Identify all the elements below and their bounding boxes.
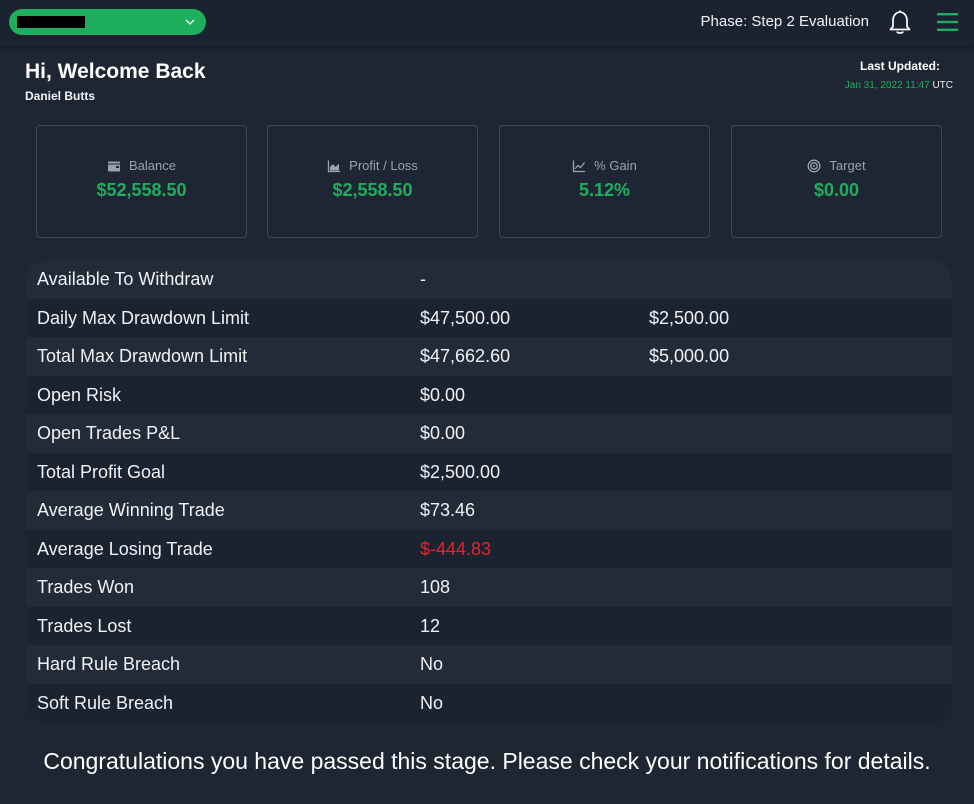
- gain-value: 5.12%: [578, 180, 631, 200]
- last-updated-date: Jan 31, 2022 11:47: [844, 80, 930, 91]
- row-value: No: [420, 692, 444, 713]
- bell-icon[interactable]: [887, 8, 913, 36]
- top-bar: Phase: Step 2 Evaluation: [0, 0, 974, 46]
- last-updated-timezone: UTC: [932, 80, 953, 91]
- user-name: Daniel Butts: [25, 89, 96, 103]
- row-label: Trades Lost: [37, 615, 132, 636]
- row-label: Soft Rule Breach: [37, 692, 174, 713]
- row-label: Average Losing Trade: [37, 538, 213, 559]
- hamburger-menu-icon[interactable]: [936, 11, 960, 33]
- table-row: Open Risk $0.00: [26, 376, 952, 415]
- table-row: Average Losing Trade $-444.83: [26, 530, 952, 569]
- row-label: Hard Rule Breach: [37, 654, 181, 674]
- profit-loss-value: $2,558.50: [332, 180, 413, 200]
- chevron-down-icon: [185, 19, 195, 25]
- profit-loss-label: Profit / Loss: [349, 158, 418, 173]
- table-row: Open Trades P&L $0.00: [26, 414, 952, 453]
- row-value-negative: $-444.83: [420, 538, 492, 559]
- row-label: Available To Withdraw: [37, 269, 214, 289]
- row-value: $0.00: [420, 384, 466, 405]
- row-label: Average Winning Trade: [37, 500, 225, 520]
- table-row: Trades Lost 12: [26, 607, 952, 646]
- gain-label: % Gain: [594, 158, 637, 173]
- row-value: $2,500.00: [420, 461, 501, 482]
- balance-card: Balance $52,558.50: [36, 125, 247, 238]
- row-extra-value: $2,500.00: [649, 307, 730, 328]
- balance-value: $52,558.50: [96, 180, 187, 200]
- table-row: Average Winning Trade $73.46: [26, 491, 952, 530]
- row-value: No: [420, 654, 444, 674]
- table-row: Available To Withdraw -: [26, 260, 952, 299]
- row-value: -: [420, 269, 426, 289]
- target-card: Target $0.00: [731, 125, 942, 238]
- congratulations-message: Congratulations you have passed this sta…: [43, 748, 931, 774]
- row-value: $47,662.60: [420, 346, 511, 366]
- account-name-redacted: [17, 16, 85, 28]
- target-label: Target: [829, 158, 866, 173]
- row-label: Trades Won: [37, 577, 135, 597]
- welcome-title: Hi, Welcome Back: [25, 60, 206, 83]
- table-row: Total Max Drawdown Limit $47,662.60 $5,0…: [26, 337, 952, 376]
- gain-card: % Gain 5.12%: [499, 125, 710, 238]
- phase-label: Phase: Step 2 Evaluation: [700, 13, 869, 30]
- row-value: $0.00: [420, 423, 466, 443]
- profit-loss-card: Profit / Loss $2,558.50: [267, 125, 478, 238]
- row-value: $47,500.00: [420, 307, 511, 328]
- table-row: Soft Rule Breach No: [26, 684, 952, 723]
- row-label: Total Profit Goal: [37, 461, 166, 482]
- row-label: Daily Max Drawdown Limit: [37, 307, 250, 328]
- area-chart-icon: [328, 160, 341, 172]
- last-updated-timestamp: Jan 31, 2022 11:47 UTC: [845, 80, 953, 91]
- table-row: Daily Max Drawdown Limit $47,500.00 $2,5…: [26, 299, 952, 338]
- table-row: Trades Won 108: [26, 568, 952, 607]
- row-label: Open Trades P&L: [37, 423, 181, 443]
- account-stats-table: Available To Withdraw - Daily Max Drawdo…: [26, 260, 952, 723]
- table-row: Total Profit Goal $2,500.00: [26, 453, 952, 492]
- row-extra-value: $5,000.00: [649, 346, 730, 366]
- row-value: 108: [420, 577, 451, 597]
- wallet-icon: [108, 161, 120, 171]
- row-value: $73.46: [420, 500, 476, 520]
- last-updated-label: Last Updated:: [859, 59, 940, 73]
- row-label: Total Max Drawdown Limit: [37, 346, 248, 366]
- target-value: $0.00: [813, 180, 860, 200]
- account-select[interactable]: [9, 9, 206, 35]
- balance-label: Balance: [129, 158, 176, 173]
- table-row: Hard Rule Breach No: [26, 645, 952, 684]
- line-chart-icon: [573, 160, 586, 172]
- row-value: 12: [420, 615, 441, 636]
- target-icon: [807, 159, 821, 172]
- row-label: Open Risk: [37, 384, 122, 405]
